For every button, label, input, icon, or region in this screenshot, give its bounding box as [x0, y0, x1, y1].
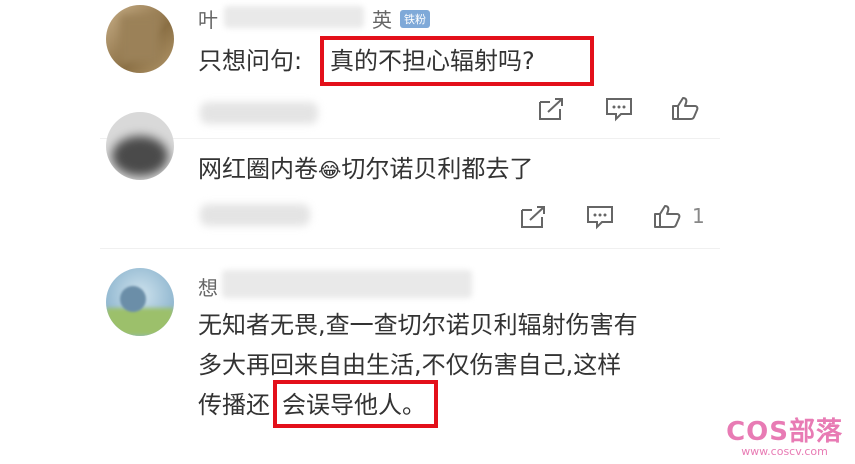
comment-text: 网红圈内卷😂切尔诺贝利都去了 [198, 152, 533, 187]
comment-meta-blurred [200, 204, 310, 226]
like-icon [654, 205, 681, 228]
like-button[interactable] [670, 95, 700, 121]
comment-text: 只想问句: [198, 47, 303, 75]
comment-line-3: 传播还 [198, 391, 270, 419]
like-count: 1 [692, 204, 705, 228]
comment-icon [606, 98, 632, 122]
comment-line-1: 无知者无畏,查一查切尔诺贝利辐射伤害有 [198, 311, 638, 339]
author-name-blurred [224, 6, 364, 28]
like-button[interactable] [652, 203, 682, 229]
comment-meta-blurred [200, 102, 318, 124]
comment-text-start: 网红圈内卷 [198, 155, 318, 183]
author-name-start[interactable]: 想 [198, 272, 218, 301]
share-icon [539, 98, 563, 120]
share-button[interactable] [518, 204, 548, 230]
site-watermark: COS部落 www.coscv.com [726, 418, 843, 458]
laugh-cry-emoji: 😂 [318, 158, 342, 182]
author-name-end[interactable]: 英 [372, 4, 392, 33]
share-icon [521, 206, 545, 228]
divider [100, 138, 720, 139]
highlight-box [273, 380, 438, 428]
fan-badge: 铁粉 [400, 10, 430, 28]
comment-3: 想 无知者无畏,查一查切尔诺贝利辐射伤害有 多大再回来自由生活,不仅伤害自己,这… [0, 250, 855, 430]
avatar[interactable] [106, 112, 174, 180]
comment-icon [587, 206, 613, 230]
author-name-start[interactable]: 叶 [198, 4, 218, 33]
comment-line-2: 多大再回来自由生活,不仅伤害自己,这样 [198, 351, 622, 379]
comment-button[interactable] [604, 96, 634, 122]
share-button[interactable] [536, 96, 566, 122]
comment-button[interactable] [585, 204, 615, 230]
divider [100, 248, 720, 249]
avatar[interactable] [106, 5, 174, 73]
comment-2: 网红圈内卷😂切尔诺贝利都去了 1 [0, 112, 855, 240]
author-name-blurred [222, 270, 472, 298]
avatar[interactable] [106, 268, 174, 336]
highlight-box [320, 36, 594, 86]
watermark-url: www.coscv.com [741, 445, 828, 458]
like-icon [672, 97, 699, 120]
comment-text-end: 切尔诺贝利都去了 [341, 155, 534, 183]
watermark-logo: COS部落 [726, 417, 843, 447]
